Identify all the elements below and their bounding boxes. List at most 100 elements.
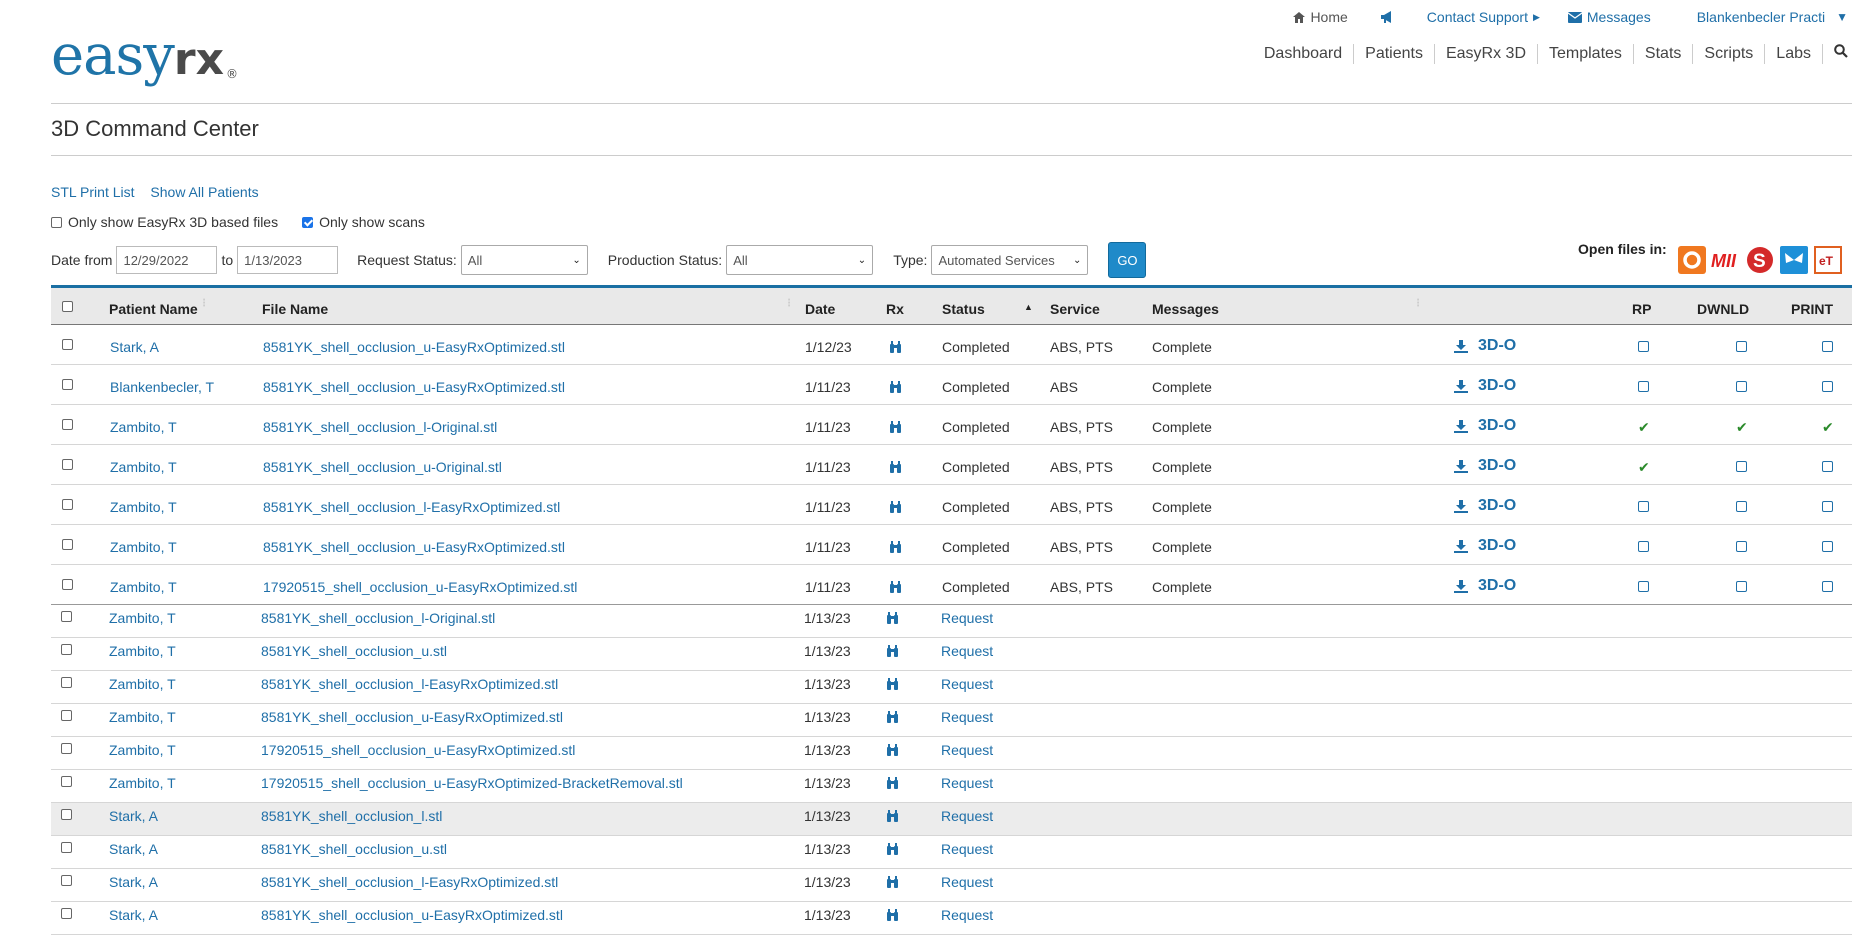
row-select-checkbox[interactable] — [61, 809, 72, 820]
table-row[interactable]: Zambito, T 8581YK_shell_occlusion_l-EasyR… — [51, 485, 1852, 525]
table-row[interactable]: Zambito, T 8581YK_shell_occlusion_u-Origi… — [51, 445, 1852, 485]
file-link[interactable]: 8581YK_shell_occlusion_l-EasyRxOptimized… — [261, 676, 558, 692]
patient-link[interactable]: Zambito, T — [109, 643, 176, 659]
patient-link[interactable]: Zambito, T — [110, 579, 177, 595]
download-3do-action[interactable]: 3D-O — [1454, 577, 1516, 595]
table-row[interactable]: Stark, A 8581YK_shell_occlusion_l-EasyRxO… — [51, 869, 1852, 902]
print-checkbox[interactable] — [1822, 541, 1833, 552]
messages-link[interactable]: Messages — [1567, 9, 1651, 25]
mii-app-icon[interactable]: MII — [1711, 246, 1741, 274]
patient-link[interactable]: Zambito, T — [109, 775, 176, 791]
row-select-checkbox[interactable] — [62, 459, 73, 470]
request-status-link[interactable]: Request — [941, 610, 993, 626]
download-3do-action[interactable]: 3D-O — [1454, 537, 1516, 555]
patient-link[interactable]: Zambito, T — [110, 459, 177, 475]
row-select-checkbox[interactable] — [62, 339, 73, 350]
file-link[interactable]: 8581YK_shell_occlusion_u-EasyRxOptimized… — [263, 379, 565, 395]
table-row[interactable]: Stark, A 8581YK_shell_occlusion_l.stl 1/13… — [51, 803, 1852, 836]
col-status[interactable]: Status — [942, 301, 985, 317]
file-link[interactable]: 8581YK_shell_occlusion_u-EasyRxOptimized… — [263, 339, 565, 355]
table-row[interactable]: Zambito, T 8581YK_shell_occlusion_u-EasyR… — [51, 525, 1852, 565]
nav-scripts[interactable]: Scripts — [1692, 44, 1764, 64]
rp-checkbox[interactable] — [1638, 501, 1649, 512]
rp-check-icon[interactable]: ✔ — [1638, 419, 1650, 435]
nav-stats[interactable]: Stats — [1632, 44, 1692, 64]
print-checkbox[interactable] — [1822, 341, 1833, 352]
patient-link[interactable]: Blankenbecler, T — [110, 379, 214, 395]
file-link[interactable]: 8581YK_shell_occlusion_l-Original.stl — [263, 419, 497, 435]
rx-view[interactable] — [889, 580, 902, 596]
request-status-link[interactable]: Request — [941, 676, 993, 692]
date-to-input[interactable]: 1/13/2023 — [237, 246, 339, 274]
table-row[interactable]: Stark, A 8581YK_shell_occlusion_u-EasyRxO… — [51, 902, 1852, 935]
rp-checkbox[interactable] — [1638, 581, 1649, 592]
orange-ring-app-icon[interactable] — [1677, 246, 1707, 274]
rx-view[interactable] — [889, 500, 902, 516]
dwnld-checkbox[interactable] — [1736, 581, 1747, 592]
request-status-link[interactable]: Request — [941, 907, 993, 923]
row-select-checkbox[interactable] — [62, 379, 73, 390]
file-link[interactable]: 8581YK_shell_occlusion_u.stl — [261, 841, 447, 857]
s-logo-app-icon[interactable]: S — [1745, 246, 1775, 274]
production-status-select[interactable]: All ⌄ — [726, 245, 874, 275]
request-status-select[interactable]: All ⌄ — [460, 245, 588, 275]
only-easyrx-3d-option[interactable]: Only show EasyRx 3D based files — [51, 214, 278, 230]
only-scans-option[interactable]: Only show scans — [302, 214, 425, 230]
download-3do-action[interactable]: 3D-O — [1454, 417, 1516, 435]
file-link[interactable]: 8581YK_shell_occlusion_l-EasyRxOptimized… — [261, 874, 558, 890]
patient-link[interactable]: Zambito, T — [109, 676, 176, 692]
patient-link[interactable]: Zambito, T — [109, 709, 176, 725]
table-row[interactable]: Blankenbecler, T 8581YK_shell_occlusion_u… — [51, 365, 1852, 405]
row-select-checkbox[interactable] — [62, 499, 73, 510]
rx-view[interactable] — [886, 644, 899, 660]
row-select-checkbox[interactable] — [61, 776, 72, 787]
print-checkbox[interactable] — [1822, 501, 1833, 512]
only-scans-checkbox[interactable] — [302, 216, 314, 228]
table-row[interactable]: Stark, A 8581YK_shell_occlusion_u-EasyRxO… — [51, 325, 1852, 365]
print-check-icon[interactable]: ✔ — [1822, 419, 1834, 435]
rx-view[interactable] — [889, 420, 902, 436]
dwnld-checkbox[interactable] — [1736, 381, 1747, 392]
home-link[interactable]: Home — [1293, 9, 1348, 25]
select-all-checkbox[interactable] — [62, 301, 73, 312]
col-rp[interactable]: RP — [1632, 301, 1651, 317]
request-status-link[interactable]: Request — [941, 874, 993, 890]
patient-link[interactable]: Zambito, T — [110, 499, 177, 515]
table-row[interactable]: Zambito, T 8581YK_shell_occlusion_l-Origi… — [51, 605, 1852, 638]
patient-link[interactable]: Zambito, T — [110, 419, 177, 435]
rx-view[interactable] — [886, 611, 899, 627]
dwnld-checkbox[interactable] — [1736, 461, 1747, 472]
file-link[interactable]: 8581YK_shell_occlusion_u-EasyRxOptimized… — [263, 539, 565, 555]
easyrx-logo[interactable]: easyrx ® — [51, 28, 238, 84]
col-messages[interactable]: Messages — [1152, 301, 1219, 317]
print-checkbox[interactable] — [1822, 461, 1833, 472]
nav-patients[interactable]: Patients — [1353, 44, 1434, 64]
file-link[interactable]: 17920515_shell_occlusion_u-EasyRxOptimiz… — [263, 579, 577, 595]
patient-link[interactable]: Stark, A — [109, 808, 158, 824]
rp-check-icon[interactable]: ✔ — [1638, 459, 1650, 475]
request-status-link[interactable]: Request — [941, 775, 993, 791]
rp-checkbox[interactable] — [1638, 341, 1649, 352]
row-select-checkbox[interactable] — [61, 743, 72, 754]
row-select-checkbox[interactable] — [61, 677, 72, 688]
table-row[interactable]: Zambito, T 17920515_shell_occlusion_u-Eas… — [51, 770, 1852, 803]
col-file-name[interactable]: File Name — [262, 301, 328, 317]
row-select-checkbox[interactable] — [61, 644, 72, 655]
nav-labs[interactable]: Labs — [1764, 44, 1822, 64]
go-button[interactable]: GO — [1108, 242, 1147, 278]
patient-link[interactable]: Zambito, T — [110, 539, 177, 555]
rx-view[interactable] — [886, 908, 899, 924]
col-print[interactable]: PRINT — [1791, 301, 1833, 317]
request-status-link[interactable]: Request — [941, 841, 993, 857]
rp-checkbox[interactable] — [1638, 541, 1649, 552]
dwnld-checkbox[interactable] — [1736, 501, 1747, 512]
download-3do-action[interactable]: 3D-O — [1454, 497, 1516, 515]
search-icon[interactable] — [1822, 44, 1852, 64]
rx-view[interactable] — [886, 875, 899, 891]
table-row[interactable]: Zambito, T 8581YK_shell_occlusion_u-EasyR… — [51, 704, 1852, 737]
patient-link[interactable]: Stark, A — [110, 339, 159, 355]
nav-dashboard[interactable]: Dashboard — [1253, 44, 1353, 64]
file-link[interactable]: 8581YK_shell_occlusion_u.stl — [261, 643, 447, 659]
download-3do-action[interactable]: 3D-O — [1454, 457, 1516, 475]
print-checkbox[interactable] — [1822, 581, 1833, 592]
